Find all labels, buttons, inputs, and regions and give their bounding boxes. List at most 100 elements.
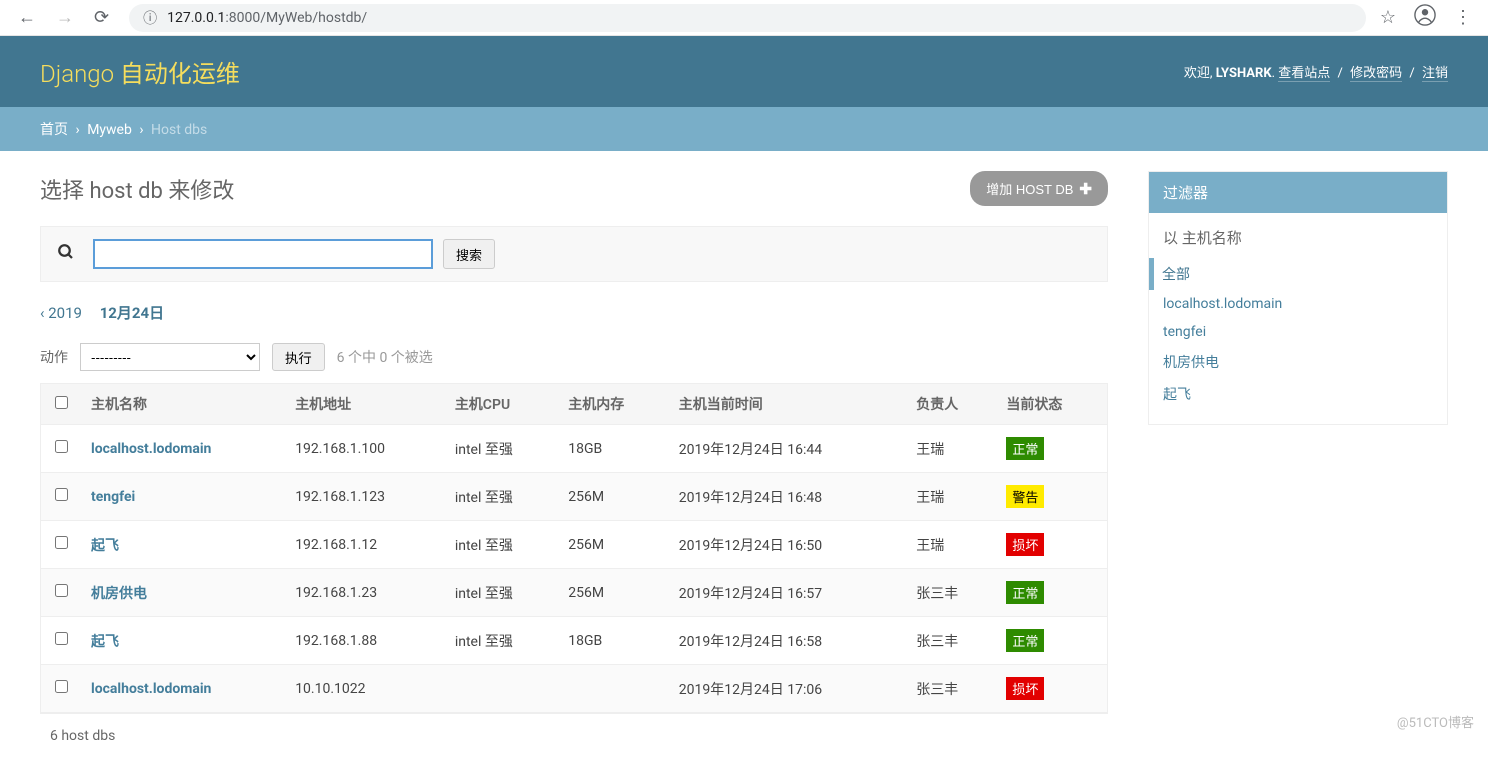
cell-mem: 256M [558, 521, 669, 569]
filter-link[interactable]: 机房供电 [1163, 355, 1219, 371]
filter-item[interactable]: 起飞 [1163, 378, 1433, 410]
action-count: 6 个中 0 个被选 [337, 347, 433, 367]
col-time[interactable]: 主机当前时间 [669, 384, 906, 425]
cell-mem: 256M [558, 569, 669, 617]
date-hierarchy: ‹ 2019 12月24日 [40, 302, 1108, 323]
host-name-link[interactable]: localhost.lodomain [91, 441, 211, 457]
cell-owner: 张三丰 [906, 665, 996, 713]
filter-link[interactable]: tengfei [1163, 324, 1206, 340]
filter-link[interactable]: 全部 [1162, 267, 1190, 283]
info-icon[interactable]: ⓘ [143, 8, 157, 28]
col-mem[interactable]: 主机内存 [558, 384, 669, 425]
cell-cpu: intel 至强 [445, 425, 558, 473]
col-name[interactable]: 主机名称 [81, 384, 285, 425]
cell-mem [558, 665, 669, 713]
add-button-label: 增加 HOST DB [986, 179, 1073, 198]
select-all-checkbox[interactable] [55, 396, 68, 409]
search-input[interactable] [93, 239, 433, 269]
cell-status: 正常 [996, 569, 1107, 617]
table-row: 起飞192.168.1.88intel 至强18GB2019年12月24日 16… [41, 617, 1107, 665]
host-name-link[interactable]: localhost.lodomain [91, 681, 211, 697]
add-hostdb-button[interactable]: 增加 HOST DB ✚ [970, 171, 1108, 206]
filter-by-label: 以 主机名称 [1163, 227, 1433, 248]
host-name-link[interactable]: 起飞 [91, 634, 119, 650]
breadcrumb-sep: › [75, 122, 79, 138]
filter-item[interactable]: 机房供电 [1163, 346, 1433, 378]
row-checkbox[interactable] [55, 440, 68, 453]
filter-link[interactable]: 起飞 [1163, 387, 1191, 403]
filter-panel: 过滤器 以 主机名称 全部 localhost.lodomain tengfei 机房… [1148, 171, 1448, 425]
action-bar: 动作 --------- 执行 6 个中 0 个被选 [40, 343, 1108, 371]
title-row: 选择 host db 来修改 增加 HOST DB ✚ [40, 171, 1108, 206]
table-header-row: 主机名称 主机地址 主机CPU 主机内存 主机当前时间 负责人 当前状态 [41, 384, 1107, 425]
filter-item[interactable]: tengfei [1163, 318, 1433, 346]
table-row: localhost.lodomain10.10.10222019年12月24日 … [41, 665, 1107, 713]
cell-time: 2019年12月24日 16:58 [669, 617, 906, 665]
url-bar[interactable]: ⓘ 127.0.0.1:8000/MyWeb/hostdb/ [129, 4, 1366, 32]
row-checkbox[interactable] [55, 488, 68, 501]
separator: / [1338, 66, 1343, 81]
url-path: :8000/MyWeb/hostdb/ [225, 10, 367, 26]
col-cpu[interactable]: 主机CPU [445, 384, 558, 425]
profile-icon[interactable] [1414, 4, 1436, 31]
logout-link[interactable]: 注销 [1422, 66, 1448, 82]
url-text: 127.0.0.1:8000/MyWeb/hostdb/ [167, 10, 367, 26]
separator: / [1409, 66, 1414, 81]
cell-name: 起飞 [81, 521, 285, 569]
forward-icon[interactable]: → [56, 7, 74, 28]
host-name-link[interactable]: 机房供电 [91, 586, 147, 602]
watermark: @51CTO博客 [1397, 712, 1474, 731]
filter-item[interactable]: 全部 [1149, 258, 1433, 290]
cell-time: 2019年12月24日 16:50 [669, 521, 906, 569]
row-check-cell [41, 473, 81, 521]
view-site-link[interactable]: 查看站点 [1278, 66, 1330, 82]
status-badge: 损坏 [1006, 533, 1044, 556]
select-all-header [41, 384, 81, 425]
cell-time: 2019年12月24日 16:57 [669, 569, 906, 617]
cell-addr: 192.168.1.12 [285, 521, 445, 569]
filter-link[interactable]: localhost.lodomain [1163, 296, 1282, 312]
change-password-link[interactable]: 修改密码 [1350, 66, 1402, 82]
cell-addr: 192.168.1.100 [285, 425, 445, 473]
cell-time: 2019年12月24日 16:44 [669, 425, 906, 473]
username: LYSHARK [1216, 66, 1272, 81]
cell-status: 正常 [996, 425, 1107, 473]
django-header: Django 自动化运维 欢迎, LYSHARK. 查看站点 / 修改密码 / … [0, 36, 1488, 107]
host-name-link[interactable]: tengfei [91, 489, 135, 505]
breadcrumb: 首页 › Myweb › Host dbs [0, 107, 1488, 151]
bookmark-star-icon[interactable]: ☆ [1380, 7, 1396, 28]
kebab-menu-icon[interactable]: ⋮ [1454, 7, 1472, 28]
prev-year-link[interactable]: ‹ 2019 [40, 304, 82, 322]
action-select[interactable]: --------- [80, 343, 260, 371]
col-status[interactable]: 当前状态 [996, 384, 1107, 425]
action-go-button[interactable]: 执行 [272, 343, 325, 371]
row-checkbox[interactable] [55, 536, 68, 549]
filter-title: 过滤器 [1149, 172, 1447, 213]
breadcrumb-sep: › [139, 122, 143, 138]
row-check-cell [41, 569, 81, 617]
filter-item[interactable]: localhost.lodomain [1163, 290, 1433, 318]
status-badge: 正常 [1006, 581, 1044, 604]
col-addr[interactable]: 主机地址 [285, 384, 445, 425]
row-checkbox[interactable] [55, 632, 68, 645]
reload-icon[interactable]: ⟳ [94, 7, 109, 28]
cell-status: 警告 [996, 473, 1107, 521]
col-owner[interactable]: 负责人 [906, 384, 996, 425]
host-name-link[interactable]: 起飞 [91, 538, 119, 554]
back-icon[interactable]: ← [18, 7, 36, 28]
browser-right-icons: ☆ ⋮ [1380, 4, 1472, 31]
filter-body: 以 主机名称 全部 localhost.lodomain tengfei 机房供电起飞 [1149, 213, 1447, 424]
url-host: 127.0.0.1 [167, 10, 225, 26]
search-button[interactable]: 搜索 [443, 239, 495, 269]
table-row: localhost.lodomain192.168.1.100intel 至强1… [41, 425, 1107, 473]
cell-owner: 王瑞 [906, 521, 996, 569]
cell-owner: 张三丰 [906, 617, 996, 665]
breadcrumb-home[interactable]: 首页 [40, 122, 68, 138]
search-bar: 搜索 [40, 226, 1108, 282]
cell-mem: 256M [558, 473, 669, 521]
row-checkbox[interactable] [55, 584, 68, 597]
site-title[interactable]: Django 自动化运维 [40, 54, 240, 89]
row-checkbox[interactable] [55, 680, 68, 693]
breadcrumb-app[interactable]: Myweb [87, 122, 132, 138]
search-icon [57, 243, 75, 266]
